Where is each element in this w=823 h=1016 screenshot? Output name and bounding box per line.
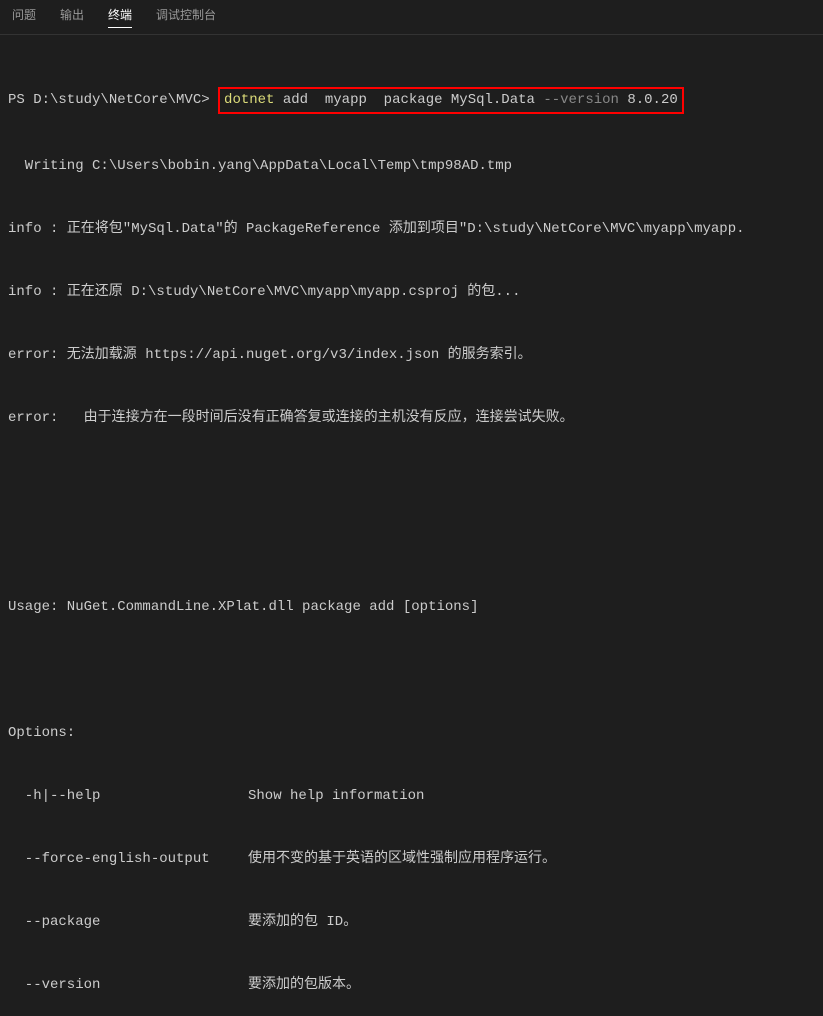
opt-desc: 使用不变的基于英语的区域性强制应用程序运行。: [248, 851, 556, 867]
terminal-line: -h|--helpShow help information: [8, 786, 815, 807]
terminal-line: --package要添加的包 ID。: [8, 912, 815, 933]
terminal-panel[interactable]: PS D:\study\NetCore\MVC> dotnet add myap…: [0, 35, 823, 1016]
opt-desc: 要添加的包 ID。: [248, 914, 357, 930]
opt-desc: Show help information: [248, 788, 424, 804]
terminal-tabs: 问题 输出 终端 调试控制台: [0, 0, 823, 35]
opt-flag: --package: [8, 912, 248, 933]
tab-debug-console[interactable]: 调试控制台: [156, 6, 216, 28]
tab-problems[interactable]: 问题: [12, 6, 36, 28]
cmd-add: add myapp package MySql.Data: [274, 92, 543, 108]
empty-line: [8, 660, 815, 681]
empty-line: [8, 471, 815, 492]
highlighted-command: dotnet add myapp package MySql.Data --ve…: [218, 87, 684, 114]
terminal-line: info : 正在将包"MySql.Data"的 PackageReferenc…: [8, 219, 815, 240]
terminal-line: Usage: NuGet.CommandLine.XPlat.dll packa…: [8, 597, 815, 618]
terminal-line: error: 由于连接方在一段时间后没有正确答复或连接的主机没有反应，连接尝试失…: [8, 408, 815, 429]
tab-output[interactable]: 输出: [60, 6, 84, 28]
opt-flag: --force-english-output: [8, 849, 248, 870]
terminal-line: --version要添加的包版本。: [8, 975, 815, 996]
terminal-line: Options:: [8, 723, 815, 744]
opt-flag: --version: [8, 975, 248, 996]
opt-flag: -h|--help: [8, 786, 248, 807]
terminal-line: info : 正在还原 D:\study\NetCore\MVC\myapp\m…: [8, 282, 815, 303]
cmd-version-val: 8.0.20: [619, 92, 678, 108]
cmd-version-flag: --version: [543, 92, 619, 108]
terminal-line: PS D:\study\NetCore\MVC> dotnet add myap…: [8, 87, 815, 114]
prompt-text: PS D:\study\NetCore\MVC>: [8, 92, 218, 108]
terminal-line: Writing C:\Users\bobin.yang\AppData\Loca…: [8, 156, 815, 177]
terminal-line: error: 无法加载源 https://api.nuget.org/v3/in…: [8, 345, 815, 366]
terminal-line: --force-english-output使用不变的基于英语的区域性强制应用程…: [8, 849, 815, 870]
tab-terminal[interactable]: 终端: [108, 6, 132, 28]
empty-line: [8, 534, 815, 555]
cmd-dotnet: dotnet: [224, 92, 274, 108]
opt-desc: 要添加的包版本。: [248, 977, 360, 993]
